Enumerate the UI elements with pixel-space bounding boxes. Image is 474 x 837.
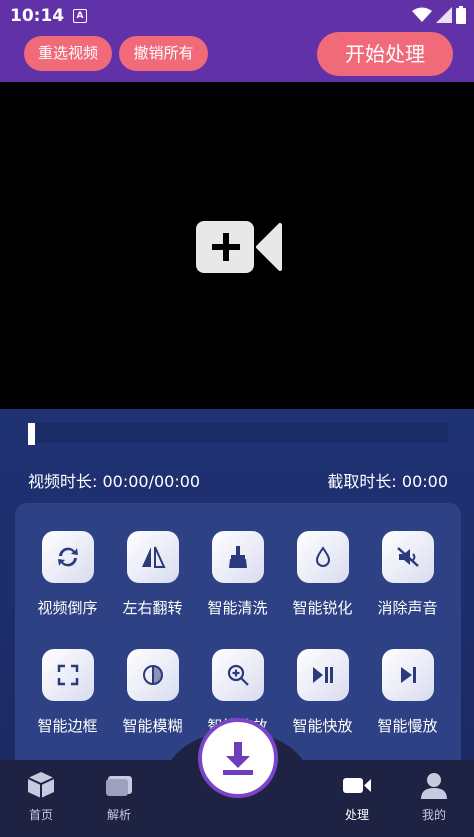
blur-icon[interactable]: [126, 649, 179, 701]
zoom-icon[interactable]: [211, 649, 264, 701]
nav-process[interactable]: 处理: [327, 770, 387, 823]
start-processing-button[interactable]: 开始处理: [317, 32, 453, 76]
tool-label: 视频倒序: [37, 599, 98, 617]
nav-home[interactable]: 首页: [11, 770, 71, 823]
frame-icon[interactable]: [41, 649, 94, 701]
tool-blur[interactable]: 智能模糊: [110, 649, 195, 736]
tool-reverse[interactable]: 视频倒序: [25, 531, 110, 618]
tool-sharpen[interactable]: 智能锐化: [280, 531, 365, 618]
notification-icon: A: [73, 9, 87, 23]
tool-clean[interactable]: 智能清洗: [195, 531, 280, 618]
battery-icon: [456, 6, 466, 24]
box-icon: [27, 772, 55, 798]
tool-slow-play[interactable]: 智能慢放: [365, 649, 450, 736]
tool-fast-play[interactable]: 智能快放: [280, 649, 365, 736]
tool-label: 智能慢放: [377, 717, 438, 735]
clip-duration-text: 截取时长: 00:00: [327, 472, 448, 491]
undo-all-button[interactable]: 撤销所有: [119, 36, 208, 71]
video-add-icon[interactable]: [196, 219, 282, 275]
nav-home-label: 首页: [28, 808, 53, 822]
user-icon: [421, 773, 447, 799]
tool-frame[interactable]: 智能边框: [25, 649, 110, 736]
tool-label: 左右翻转: [122, 599, 183, 617]
drop-icon[interactable]: [296, 531, 349, 583]
tool-label: 智能清洗: [207, 599, 268, 617]
status-time: 10:14: [10, 6, 65, 26]
mute-icon[interactable]: [381, 531, 434, 583]
signal-icon: [436, 7, 452, 23]
nav-mine-label: 我的: [421, 808, 446, 822]
top-bar: 10:14 A 重选视频 撤销所有 开始处理: [0, 0, 474, 82]
wifi-icon: [412, 7, 432, 22]
tool-label: 消除声音: [377, 599, 438, 617]
tool-flip[interactable]: 左右翻转: [110, 531, 195, 618]
reverse-icon[interactable]: [41, 531, 94, 583]
nav-parse[interactable]: 解析: [89, 770, 149, 823]
status-icons: [412, 6, 466, 24]
progress-track[interactable]: [28, 423, 448, 443]
video-camera-icon: [343, 778, 371, 793]
flip-icon[interactable]: [126, 531, 179, 583]
fast-play-icon[interactable]: [296, 649, 349, 701]
tool-label: 智能边框: [37, 717, 98, 735]
broom-icon[interactable]: [211, 531, 264, 583]
nav-parse-label: 解析: [106, 808, 131, 822]
download-button[interactable]: [198, 718, 278, 798]
download-icon: [223, 742, 253, 775]
video-duration-text: 视频时长: 00:00/00:00: [28, 472, 201, 491]
tool-label: 智能快放: [292, 717, 353, 735]
tool-label: 智能模糊: [122, 717, 183, 735]
nav-mine[interactable]: 我的: [404, 770, 464, 823]
progress-thumb[interactable]: [28, 423, 35, 445]
tool-label: 智能锐化: [292, 599, 353, 617]
card-icon: [106, 776, 132, 796]
slow-play-icon[interactable]: [381, 649, 434, 701]
reselect-video-button[interactable]: 重选视频: [24, 36, 112, 71]
nav-process-label: 处理: [344, 808, 369, 822]
tool-mute[interactable]: 消除声音: [365, 531, 450, 618]
